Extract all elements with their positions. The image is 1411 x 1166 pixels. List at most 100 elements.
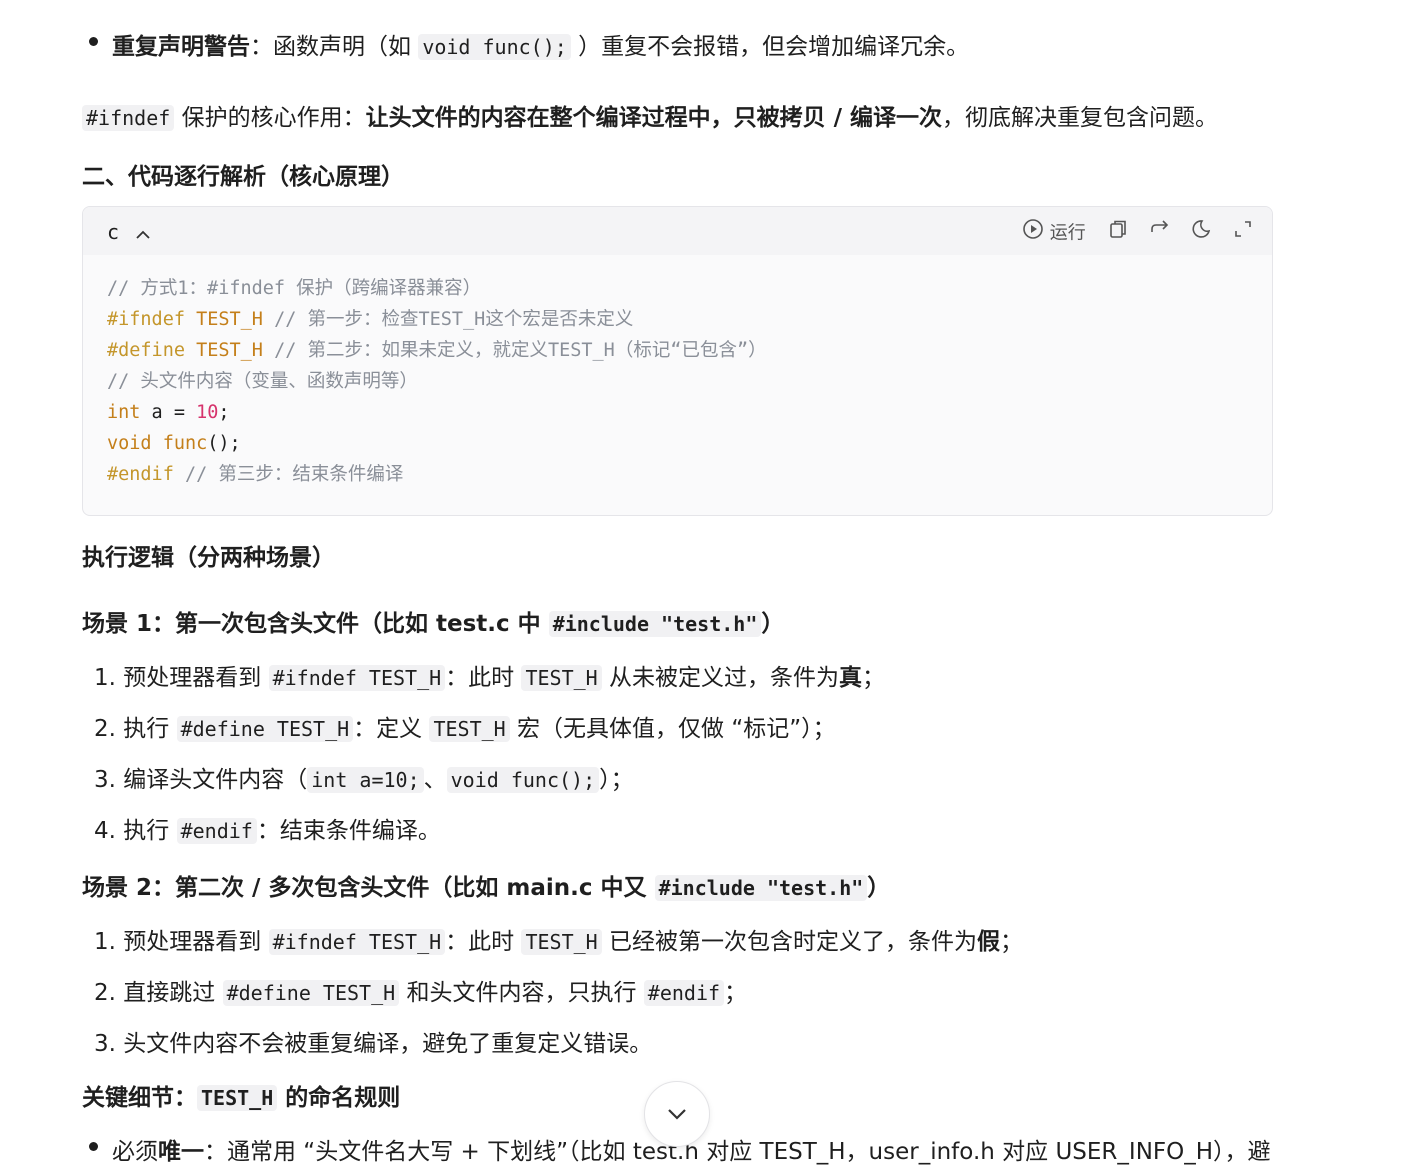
exec-title: 执行逻辑（分两种场景） [82,545,335,571]
list-text: 宏（无具体值，仅做 “标记”）； [509,716,836,742]
inline-code: #endif [643,980,725,1006]
code-comment: // 头文件内容（变量、函数声明等） [107,371,418,392]
list-text: 执行 [115,818,177,844]
bullet-text: ：函数声明（如 [250,34,419,60]
scene1-title: 场景 1：第一次包含头文件（比如 test.c 中 #include "test… [82,604,784,638]
inline-code: TEST_H [197,1085,278,1111]
code-macro: TEST_H [196,309,263,330]
list-text: 已经被第一次包含时定义了，条件为 [601,929,978,955]
list-text: 直接跳过 [115,980,223,1006]
code-line: #ifndef TEST_H // 第一步：检查TEST_H这个宏是否未定义 [107,304,767,335]
code-comment: // 第二步：如果未定义，就定义TEST_H（标记“已包含”） [274,340,767,361]
code-comment: // 第一步：检查TEST_H这个宏是否未定义 [274,309,634,330]
list-item: 3. 头文件内容不会被重复编译，避免了重复定义错误。 [94,1024,652,1058]
bullet-text: ）重复不会报错，但会增加编译冗余。 [570,34,970,60]
inline-code: #define TEST_H [176,716,354,742]
inline-code: TEST_H [521,929,602,955]
bullet-dot [89,1142,98,1151]
code-keyword: void [107,433,152,454]
theme-button[interactable] [1190,218,1212,245]
code-keyword: int [107,402,141,423]
list-number: 1. [94,929,116,955]
list-text: 从未被定义过，条件为 [601,665,840,691]
scroll-down-button[interactable] [644,1081,710,1147]
code-block: c 运行 // 方式1：#ifndef 保护（跨编译器兼容） #ifndef T… [82,206,1273,516]
inline-code: TEST_H [521,665,602,691]
code-line: void func(); [107,428,767,459]
inline-code: #include "test.h" [654,875,868,901]
expand-icon [1232,221,1254,245]
list-text: ； [724,980,748,1006]
moon-icon [1190,220,1212,245]
code-language-toggle[interactable]: c [107,220,151,246]
code-line: #endif // 第三步：结束条件编译 [107,459,767,490]
code-line: #define TEST_H // 第二步：如果未定义，就定义TEST_H（标记… [107,335,767,366]
key-detail-title: 关键细节： TEST_H 的命名规则 [82,1078,400,1112]
code-plain: (); [207,433,241,454]
key-detail-text: 关键细节： [82,1085,197,1111]
list-number: 4. [94,818,116,844]
run-button[interactable]: 运行 [1022,218,1086,245]
expand-button[interactable] [1232,218,1254,245]
list-text: ：结束条件编译。 [256,818,441,844]
code-number: 10 [196,402,219,423]
list-number: 3. [94,1031,116,1057]
inline-code: void func(); [418,34,571,60]
bullet-text: ：通常用 “头文件名大写 + 下划线”（比如 test.h 对应 TEST_H，… [204,1139,1271,1165]
bullet-bold: 唯一 [158,1139,204,1165]
key-detail-text: 的命名规则 [277,1085,401,1111]
list-text: ）； [599,767,634,793]
list-number: 2. [94,980,116,1006]
chevron-up-icon [135,222,151,246]
bullet-bold: 重复声明警告 [112,34,250,60]
scene2-title: 场景 2：第二次 / 多次包含头文件（比如 main.c 中又 #include… [82,868,890,902]
scene-title-text: 场景 2：第二次 / 多次包含头文件（比如 main.c 中又 [82,875,655,901]
list-text: 和头文件内容，只执行 [399,980,644,1006]
copy-icon [1107,220,1129,245]
code-plain: a = [140,402,197,423]
code-comment: // 方式1：#ifndef 保护（跨编译器兼容） [107,278,482,299]
inline-code: TEST_H [429,716,510,742]
play-circle-icon [1022,218,1044,245]
inline-code: #ifndef TEST_H [268,929,446,955]
scene-title-text: ） [867,875,891,901]
list-number: 1. [94,665,116,691]
code-line: // 头文件内容（变量、函数声明等） [107,366,767,397]
inline-code: #endif [176,818,257,844]
list-number: 3. [94,767,116,793]
list-item: 1. 预处理器看到 #ifndef TEST_H ：此时 TEST_H 从未被定义… [94,658,885,692]
list-item: 1. 预处理器看到 #ifndef TEST_H ：此时 TEST_H 已经被第一… [94,922,1023,956]
scene-title-text: 场景 1：第一次包含头文件（比如 test.c 中 [82,611,549,637]
list-bold: 假 [977,929,1001,955]
bullet-dot [89,37,98,46]
code-function: func [162,433,208,454]
list-text: 头文件内容不会被重复编译，避免了重复定义错误。 [115,1031,653,1057]
list-text: ； [862,665,886,691]
bullet-redeclaration: 重复声明警告：函数声明（如 void func(); ）重复不会报错，但会增加编… [112,27,969,61]
list-item: 3. 编译头文件内容（ int a=10;、 void func();）； [94,760,634,794]
summary-paragraph: #ifndef 保护的核心作用：让头文件的内容在整个编译过程中，只被拷贝 / 编… [82,98,1218,132]
copy-button[interactable] [1107,218,1129,245]
section-title: 二、代码逐行解析（核心原理） [82,164,404,190]
inline-code: int a=10; [307,767,424,793]
list-item: 4. 执行 #endif ：结束条件编译。 [94,811,441,845]
list-text: 编译头文件内容（ [115,767,308,793]
chevron-down-icon [665,1104,689,1130]
list-text: 预处理器看到 [115,929,269,955]
list-text: ：此时 [445,665,522,691]
list-text: 执行 [115,716,177,742]
scene-title-text: ） [761,611,785,637]
code-comment: // 第三步：结束条件编译 [184,464,404,485]
wrap-button[interactable] [1149,218,1171,245]
code-block-header: c 运行 [83,207,1272,255]
inline-code: void func(); [446,767,600,793]
inline-code: #ifndef [82,105,175,131]
list-text: ：此时 [445,929,522,955]
run-label: 运行 [1049,222,1086,244]
inline-code: #ifndef TEST_H [268,665,446,691]
code-directive: #define [107,340,185,361]
list-text: ； [1000,929,1024,955]
summary-text: 保护的核心作用： [174,105,366,131]
summary-bold: 让头文件的内容在整个编译过程中，只被拷贝 / 编译一次 [365,105,943,131]
code-plain: ; [218,402,230,423]
